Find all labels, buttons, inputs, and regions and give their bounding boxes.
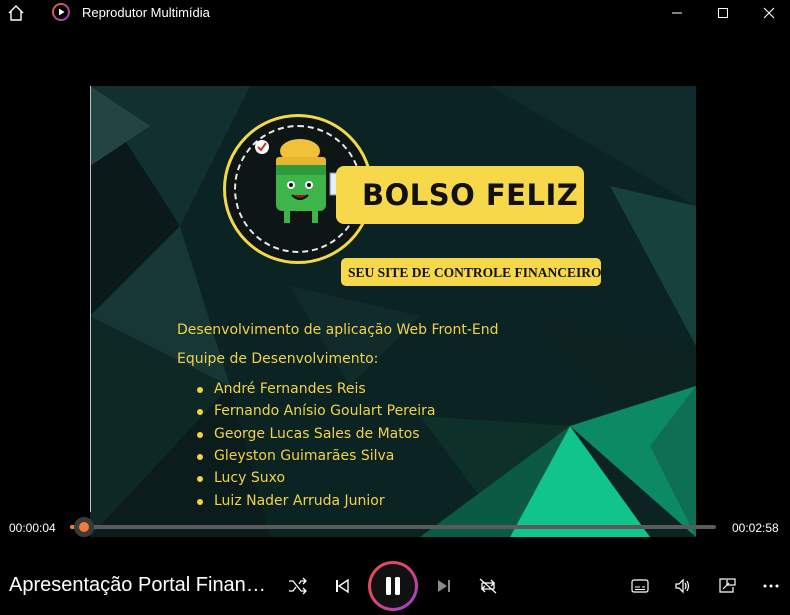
slogan-text: SEU SITE DE CONTROLE FINANCEIRO xyxy=(348,265,602,280)
app-icon xyxy=(52,3,70,21)
seek-thumb[interactable] xyxy=(74,517,94,537)
team-member: Luiz Nader Arruda Junior xyxy=(214,493,385,509)
current-time: 00:00:04 xyxy=(9,521,56,535)
bullet xyxy=(197,409,203,415)
team-member: George Lucas Sales de Matos xyxy=(214,426,420,442)
wallet-mascot-icon xyxy=(255,139,343,223)
pause-icon xyxy=(386,577,400,595)
title-bar: Reprodutor Multimídia xyxy=(0,0,790,25)
next-icon xyxy=(438,580,450,592)
volume-button[interactable] xyxy=(671,574,695,598)
previous-icon xyxy=(336,578,349,594)
slide-background xyxy=(90,86,696,537)
repeat-icon xyxy=(479,578,497,594)
video-edge xyxy=(90,86,91,512)
team-member: Lucy Suxo xyxy=(214,470,286,486)
bullet xyxy=(197,454,203,460)
close-button[interactable] xyxy=(746,0,790,25)
logo-text: BOLSO FELIZ xyxy=(362,178,579,212)
video-frame[interactable]: BOLSO FELIZ SEU SITE DE CONTROLE FINANCE… xyxy=(90,86,696,537)
team-member: André Fernandes Reis xyxy=(214,381,366,397)
slide-heading: Desenvolvimento de aplicação Web Front-E… xyxy=(177,322,499,338)
pause-button[interactable] xyxy=(368,561,418,611)
bullet xyxy=(197,432,203,438)
minimize-button[interactable] xyxy=(654,0,700,25)
bullet xyxy=(197,499,203,505)
shuffle-icon xyxy=(289,577,307,595)
bullet xyxy=(197,387,203,393)
maximize-icon xyxy=(718,7,728,18)
window-title: Reprodutor Multimídia xyxy=(82,5,210,20)
seek-bar[interactable] xyxy=(70,525,716,529)
next-button[interactable] xyxy=(432,574,456,598)
volume-icon xyxy=(675,578,690,594)
close-icon xyxy=(763,7,775,18)
home-icon[interactable] xyxy=(6,3,26,23)
previous-button[interactable] xyxy=(330,574,354,598)
minimize-icon xyxy=(672,12,682,13)
maximize-button[interactable] xyxy=(700,0,746,25)
miniplayer-button[interactable] xyxy=(715,574,739,598)
team-member: Fernando Anísio Goulart Pereira xyxy=(214,403,436,419)
more-icon xyxy=(763,584,779,588)
team-heading: Equipe de Desenvolvimento: xyxy=(177,351,379,367)
media-title: Apresentação Portal Financeiro xyxy=(9,574,269,596)
team-member: Gleyston Guimarães Silva xyxy=(214,448,395,464)
repeat-button[interactable] xyxy=(475,574,501,598)
shuffle-button[interactable] xyxy=(285,574,311,598)
bullet xyxy=(197,476,203,482)
subtitles-icon xyxy=(631,579,649,593)
total-time: 00:02:58 xyxy=(732,521,779,535)
subtitles-button[interactable] xyxy=(628,574,652,598)
miniplayer-icon xyxy=(719,578,736,593)
more-button[interactable] xyxy=(759,574,783,598)
